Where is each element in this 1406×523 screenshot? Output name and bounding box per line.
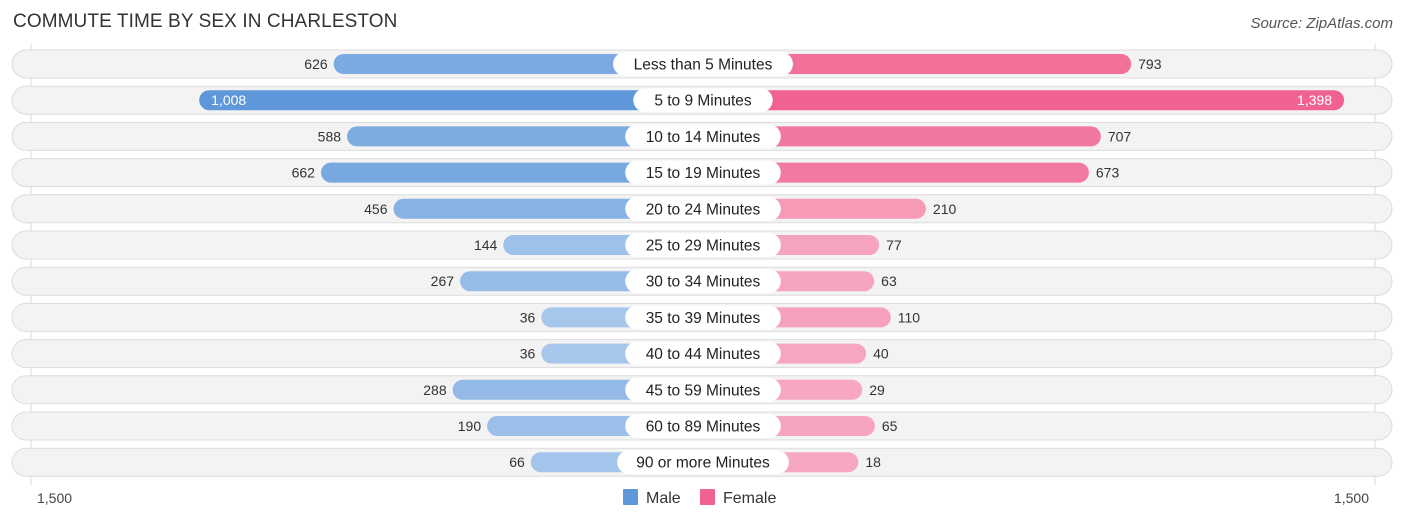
- category-label: 5 to 9 Minutes: [654, 93, 752, 110]
- category-label: 35 to 39 Minutes: [646, 310, 761, 327]
- male-value-label: 190: [458, 418, 482, 434]
- table-row: 190 65 60 to 89 Minutes: [11, 411, 1393, 441]
- legend-swatch-male: [623, 489, 638, 505]
- female-value-label: 210: [933, 201, 957, 217]
- category-label: 25 to 29 Minutes: [646, 238, 761, 255]
- female-value-label: 707: [1108, 128, 1132, 144]
- female-value-label: 793: [1138, 56, 1162, 72]
- male-value-label: 36: [520, 346, 536, 362]
- male-value-label: 456: [364, 201, 388, 217]
- female-value-label: 29: [869, 382, 885, 398]
- female-value-label: 77: [886, 237, 902, 253]
- legend-label-male: Male: [646, 490, 681, 507]
- male-value-label: 66: [509, 454, 525, 470]
- category-label: 40 to 44 Minutes: [646, 346, 761, 363]
- female-value-label: 673: [1096, 165, 1120, 181]
- axis-label-left: 1,500: [37, 490, 72, 506]
- category-label: 20 to 24 Minutes: [646, 201, 761, 218]
- male-value-label: 36: [520, 309, 536, 325]
- category-label: Less than 5 Minutes: [634, 57, 773, 74]
- table-row: 36 110 35 to 39 Minutes: [11, 302, 1393, 332]
- legend-label-female: Female: [723, 490, 776, 507]
- legend-item-female: Female: [700, 489, 776, 507]
- table-row: 66 18 90 or more Minutes: [11, 447, 1393, 477]
- table-row: 36 40 40 to 44 Minutes: [11, 339, 1393, 369]
- table-row: 588 707 10 to 14 Minutes: [11, 121, 1393, 151]
- category-label: 45 to 59 Minutes: [646, 382, 761, 399]
- male-value-label: 1,008: [211, 92, 246, 108]
- table-row: 288 29 45 to 59 Minutes: [11, 375, 1393, 405]
- male-value-label: 588: [318, 128, 342, 144]
- diverging-bar-chart: 626 793 Less than 5 Minutes 1,008 1,398 5 to …: [11, 44, 1393, 507]
- female-value-label: 1,398: [1297, 92, 1332, 108]
- male-value-label: 288: [423, 382, 447, 398]
- male-bar: [199, 90, 703, 111]
- legend-swatch-female: [700, 489, 715, 505]
- category-label: 60 to 89 Minutes: [646, 419, 761, 436]
- table-row: 1,008 1,398 5 to 9 Minutes: [11, 85, 1393, 115]
- female-value-label: 18: [865, 454, 881, 470]
- table-row: 456 210 20 to 24 Minutes: [11, 194, 1393, 224]
- table-row: 626 793 Less than 5 Minutes: [11, 49, 1393, 79]
- female-value-label: 110: [898, 309, 921, 325]
- category-label: 15 to 19 Minutes: [646, 165, 761, 182]
- table-row: 144 77 25 to 29 Minutes: [11, 230, 1393, 260]
- axis-label-right: 1,500: [1334, 490, 1369, 506]
- male-value-label: 662: [292, 165, 316, 181]
- male-value-label: 626: [304, 56, 328, 72]
- male-value-label: 144: [474, 237, 498, 253]
- male-value-label: 267: [431, 273, 455, 289]
- table-row: 662 673 15 to 19 Minutes: [11, 158, 1393, 188]
- table-row: 267 63 30 to 34 Minutes: [11, 266, 1393, 296]
- category-label: 90 or more Minutes: [636, 455, 770, 472]
- female-bar: [703, 90, 1345, 111]
- female-value-label: 65: [882, 418, 898, 434]
- female-value-label: 40: [873, 346, 889, 362]
- category-label: 10 to 14 Minutes: [646, 129, 761, 146]
- legend-item-male: Male: [623, 489, 681, 507]
- category-label: 30 to 34 Minutes: [646, 274, 761, 291]
- female-value-label: 63: [881, 273, 897, 289]
